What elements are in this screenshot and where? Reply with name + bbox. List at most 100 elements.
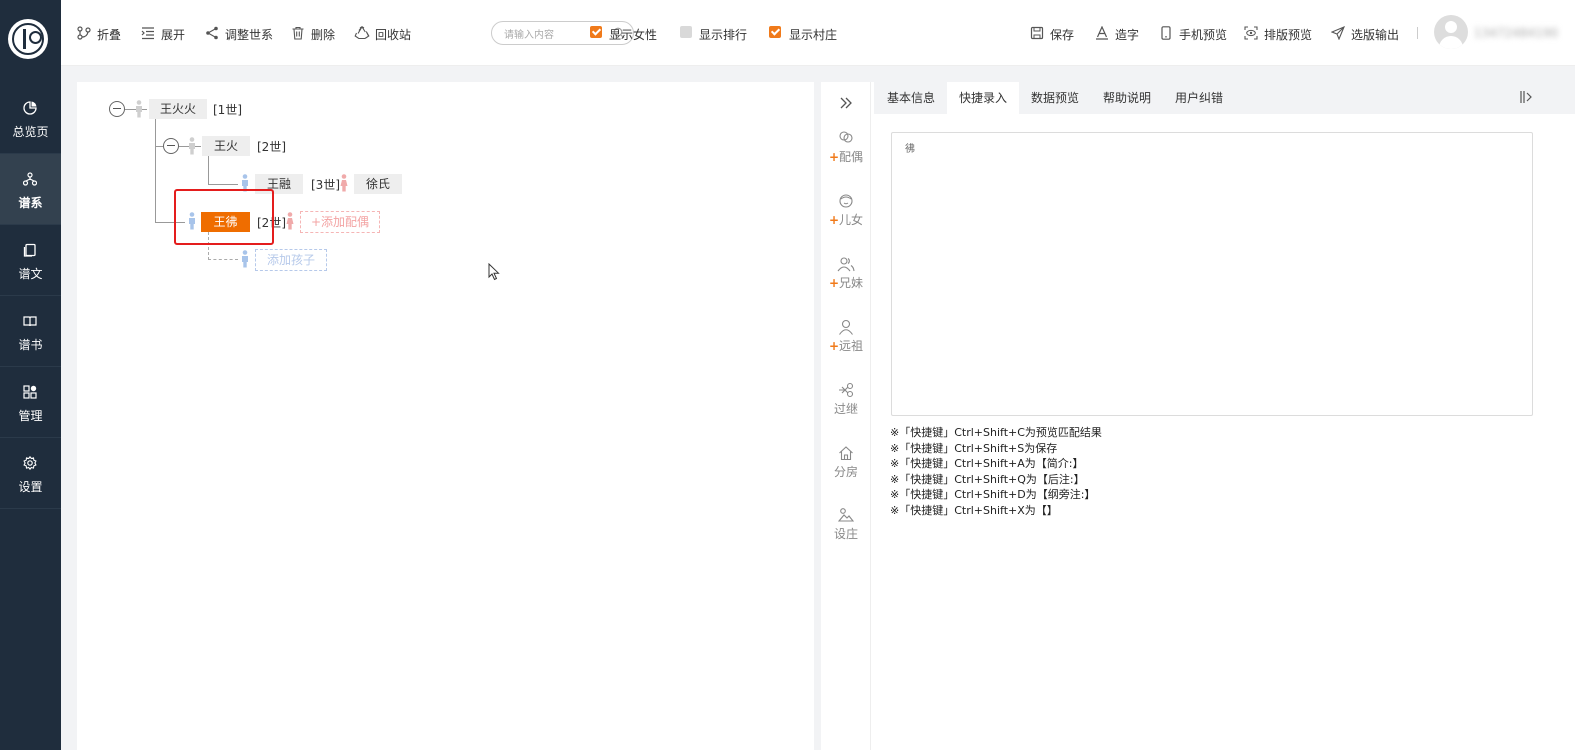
add-child-button[interactable]: 添加孩子	[255, 249, 327, 271]
male-person-icon	[189, 137, 195, 155]
generation-label: [2世]	[257, 140, 286, 154]
show-village-label: 显示村庄	[789, 28, 838, 42]
selection-highlight	[174, 189, 274, 245]
tool-spouse[interactable]: +配偶	[821, 130, 871, 165]
adopt-icon	[839, 382, 854, 398]
sidebar-item-overview[interactable]: 总览页	[0, 83, 61, 154]
show-female-checkbox[interactable]	[590, 26, 602, 38]
save-icon	[1030, 26, 1044, 40]
phone-icon	[1161, 26, 1171, 40]
village-icon	[838, 508, 854, 522]
top-toolbar: 折叠 展开 调整世系 删除 回收站 请输入内容 显示女性 显示排行 显示村庄 保…	[61, 0, 1575, 66]
tree-node-child[interactable]: 王火	[202, 136, 250, 156]
hint-line: ※「快捷键」Ctrl+Shift+S为保存	[890, 441, 1058, 455]
sidebar-item-lineage[interactable]: 谱系	[0, 154, 61, 225]
send-icon	[1331, 26, 1345, 40]
tool-siblings[interactable]: +兄妹	[821, 256, 871, 291]
detail-tabs: 基本信息 快捷录入 数据预览 帮助说明 用户纠错	[874, 82, 1575, 114]
document-icon	[23, 243, 36, 257]
tool-village[interactable]: 设庄	[821, 507, 871, 542]
sidebar-item-settings[interactable]: 设置	[0, 438, 61, 509]
show-female-label: 显示女性	[609, 28, 658, 42]
recycle-bin-button[interactable]: 回收站	[354, 25, 412, 42]
sidebar-item-manage[interactable]: 管理	[0, 367, 61, 438]
family-tree-canvas[interactable]	[77, 82, 814, 750]
collapse-panel-button[interactable]	[821, 96, 871, 112]
toolbar-divider	[1417, 27, 1418, 39]
quick-add-toolbar: +配偶 +儿女 +兄妹 +远祖 过继 分房 设庄	[821, 82, 871, 750]
hint-line: ※「快捷键」Ctrl+Shift+Q为【后注:】	[890, 472, 1085, 486]
trash-icon	[292, 26, 304, 40]
sidebar-item-book[interactable]: 谱书	[0, 296, 61, 367]
hint-line: ※「快捷键」Ctrl+Shift+X为【】	[890, 503, 1058, 517]
fold-icon	[77, 26, 91, 40]
tab-help[interactable]: 帮助说明	[1091, 82, 1163, 114]
sidebar-item-label: 谱文	[18, 267, 43, 281]
sidebar: 总览页 谱系 谱文 谱书 管理 设置	[0, 0, 61, 750]
gear-icon	[23, 456, 37, 470]
preview-icon	[1244, 26, 1258, 40]
hint-line: ※「快捷键」Ctrl+Shift+D为【纲旁注:】	[890, 488, 1096, 502]
generation-label: [3世]	[311, 178, 340, 192]
quick-entry-textarea[interactable]: 彿	[891, 132, 1533, 416]
collapse-toggle[interactable]	[163, 138, 179, 154]
tool-adopt[interactable]: 过继	[821, 382, 871, 417]
sidebar-item-label: 设置	[18, 480, 43, 494]
hint-line: ※「快捷键」Ctrl+Shift+A为【简介:】	[890, 457, 1084, 471]
siblings-icon	[837, 257, 855, 272]
tab-basic-info[interactable]: 基本信息	[875, 82, 947, 114]
adjust-icon	[206, 26, 218, 40]
app-logo[interactable]	[8, 19, 48, 59]
sidebar-item-text[interactable]: 谱文	[0, 225, 61, 296]
show-rank-checkbox[interactable]	[680, 26, 692, 38]
sidebar-item-label: 管理	[18, 409, 43, 423]
female-person-icon	[286, 212, 294, 230]
ancestor-icon	[839, 319, 853, 335]
panel-toggle-icon[interactable]	[1519, 90, 1533, 104]
shortcut-hints: ※「快捷键」Ctrl+Shift+C为预览匹配结果 ※「快捷键」Ctrl+Shi…	[890, 425, 1102, 519]
make-char-button[interactable]: 造字	[1095, 25, 1141, 42]
adjust-lineage-button[interactable]: 调整世系	[205, 25, 275, 42]
show-rank-label: 显示排行	[699, 28, 748, 42]
tab-quick-entry[interactable]: 快捷录入	[947, 82, 1020, 114]
tree-node-spouse[interactable]: 徐氏	[354, 174, 402, 194]
fold-button[interactable]: 折叠	[77, 25, 123, 42]
house-icon	[839, 446, 853, 461]
delete-button[interactable]: 删除	[291, 25, 337, 42]
mouse-cursor-icon	[488, 263, 500, 281]
tree-connector	[155, 118, 156, 223]
tool-children[interactable]: +儿女	[821, 193, 871, 228]
add-spouse-button[interactable]: +添加配偶	[300, 211, 380, 233]
username[interactable]: 13472484190	[1474, 26, 1558, 40]
collapse-toggle[interactable]	[109, 101, 125, 117]
double-chevron-right-icon	[840, 97, 852, 109]
avatar[interactable]	[1434, 15, 1468, 49]
tree-connector	[208, 184, 238, 185]
female-person-icon	[340, 174, 348, 192]
mobile-preview-button[interactable]: 手机预览	[1159, 25, 1229, 42]
layout-preview-button[interactable]: 排版预览	[1244, 25, 1314, 42]
hint-line: ※「快捷键」Ctrl+Shift+C为预览匹配结果	[890, 426, 1102, 439]
expand-icon	[141, 27, 154, 40]
tab-data-preview[interactable]: 数据预览	[1019, 82, 1091, 114]
save-button[interactable]: 保存	[1030, 25, 1076, 42]
tool-branch-house[interactable]: 分房	[821, 445, 871, 480]
tree-icon	[23, 172, 37, 186]
expand-button[interactable]: 展开	[141, 25, 187, 42]
male-person-icon	[242, 250, 248, 268]
recycle-icon	[354, 26, 370, 40]
search-placeholder: 请输入内容	[504, 30, 554, 41]
tree-connector	[208, 156, 209, 185]
grid-icon	[23, 385, 37, 399]
tab-user-feedback[interactable]: 用户纠错	[1163, 82, 1235, 114]
tree-node-root[interactable]: 王火火	[149, 99, 207, 119]
sidebar-item-label: 谱系	[18, 196, 43, 210]
generation-label: [1世]	[213, 103, 242, 117]
export-button[interactable]: 选版输出	[1331, 25, 1401, 42]
sidebar-item-label: 谱书	[18, 338, 43, 352]
show-village-checkbox[interactable]	[769, 26, 781, 38]
tree-connector	[155, 146, 163, 147]
book-icon	[23, 316, 37, 327]
text-icon	[1096, 26, 1108, 40]
tool-ancestor[interactable]: +远祖	[821, 319, 871, 354]
